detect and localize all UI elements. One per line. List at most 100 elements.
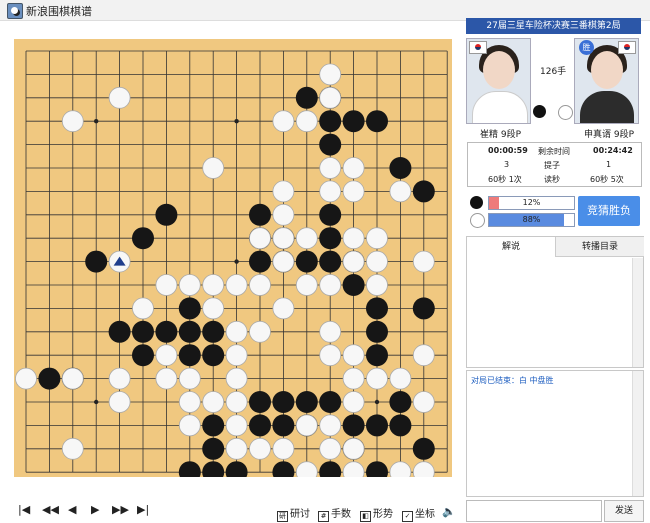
black-stone [178, 461, 201, 484]
last-icon[interactable]: ▶| [137, 503, 149, 516]
white-stone [178, 367, 201, 390]
white-winrate-bar: 88% [488, 213, 575, 227]
tab-broadcast-list[interactable]: 转播目录 [555, 237, 644, 257]
white-stone [132, 297, 154, 320]
white-stone [178, 414, 201, 437]
white-stone [272, 227, 295, 250]
white-stone [178, 391, 201, 413]
white-stone [225, 320, 248, 343]
player-body [580, 91, 634, 123]
white-stone [366, 250, 388, 273]
chat-input[interactable] [466, 500, 602, 522]
white-stone [272, 203, 295, 226]
white-player-name: 申真谞 9段P [584, 130, 635, 140]
black-stone [366, 110, 388, 133]
commentary-scrollbar[interactable] [632, 258, 643, 367]
white-player-photo: 胜 [574, 38, 639, 124]
white-stone [319, 86, 342, 109]
white-stone [319, 344, 342, 367]
white-stone [249, 320, 271, 343]
white-stone [319, 414, 342, 437]
white-stone [342, 461, 365, 484]
situation-icon: ◧ [360, 511, 371, 522]
black-stone [249, 391, 271, 413]
white-stone [319, 180, 342, 203]
white-stone [342, 157, 365, 179]
white-stone [295, 414, 318, 437]
black-stone [132, 320, 154, 343]
tool-coordinates[interactable]: ✓ 坐标 [402, 505, 435, 522]
black-stone [178, 320, 201, 343]
white-stone [272, 297, 295, 320]
black-stone [155, 203, 178, 226]
tool-move-number[interactable]: # 手数 [318, 505, 351, 522]
result-text: 对局已结束：白 中盘胜 [471, 376, 554, 385]
black-stone [319, 227, 342, 250]
black-stone [319, 110, 342, 133]
black-winrate: 12% [470, 196, 575, 210]
white-stone [342, 437, 365, 460]
black-stone-icon [533, 105, 546, 118]
white-stone [272, 250, 295, 273]
black-stone [319, 133, 342, 156]
white-stone [319, 437, 342, 460]
black-stone [225, 461, 248, 484]
board-svg[interactable] [14, 39, 452, 507]
forward-icon[interactable]: ▶ [91, 503, 99, 516]
white-stone [319, 320, 342, 343]
sound-icon[interactable]: 🔈 [442, 505, 456, 518]
black-stone [319, 391, 342, 413]
star-point [94, 399, 99, 405]
white-stone [366, 227, 388, 250]
app-icon [7, 3, 23, 19]
match-title: 27届三星车险杯决赛三番棋第2局 [466, 18, 641, 34]
fast-back-icon[interactable]: ◀◀ [42, 503, 59, 516]
black-stone [85, 250, 108, 273]
black-stone [366, 414, 388, 437]
black-stone [202, 414, 225, 437]
white-stone [61, 437, 84, 460]
white-stone [225, 344, 248, 367]
black-stone [412, 297, 435, 320]
navigation-toolbar: |◀ ◀◀ ◀ ▶ ▶▶ ▶| [0, 497, 465, 523]
white-stone [342, 250, 365, 273]
go-board[interactable] [14, 39, 452, 507]
fast-forward-icon[interactable]: ▶▶ [112, 503, 129, 516]
white-stone [319, 157, 342, 179]
black-stone [178, 344, 201, 367]
first-icon[interactable]: |◀ [18, 503, 30, 516]
white-stone [108, 367, 131, 390]
back-icon[interactable]: ◀ [68, 503, 76, 516]
black-stone [366, 344, 388, 367]
black-stone [272, 414, 295, 437]
white-stone [412, 250, 435, 273]
send-button[interactable]: 发送 [604, 500, 644, 522]
black-stone [178, 297, 201, 320]
tool-situation[interactable]: ◧ 形势 [360, 505, 393, 522]
white-stone [272, 437, 295, 460]
white-stone [155, 344, 178, 367]
white-stone [202, 157, 225, 179]
black-stone [295, 250, 318, 273]
black-stone [389, 414, 412, 437]
info-row-time: 00:00:59 剩余时间 00:24:42 [488, 146, 633, 156]
winner-badge: 胜 [579, 40, 594, 55]
white-stone [202, 274, 225, 296]
tool-discuss[interactable]: 研研讨 [277, 505, 310, 522]
white-stone [389, 180, 412, 203]
info-row-captures: 3 提子 1 [504, 160, 612, 170]
result-scrollbar[interactable] [632, 371, 643, 496]
white-stone [272, 110, 295, 133]
black-stone [155, 320, 178, 343]
white-winrate: 88% [470, 213, 575, 228]
white-stone [342, 344, 365, 367]
move-count: 126手 [540, 67, 567, 77]
coordinates-icon: ✓ [402, 511, 413, 522]
white-stone [295, 461, 318, 484]
guess-winner-button[interactable]: 竞猜胜负 [578, 196, 640, 226]
black-stone [202, 461, 225, 484]
white-stone [249, 437, 271, 460]
black-stone [412, 180, 435, 203]
black-stone [202, 437, 225, 460]
tab-commentary[interactable]: 解说 [467, 237, 555, 257]
